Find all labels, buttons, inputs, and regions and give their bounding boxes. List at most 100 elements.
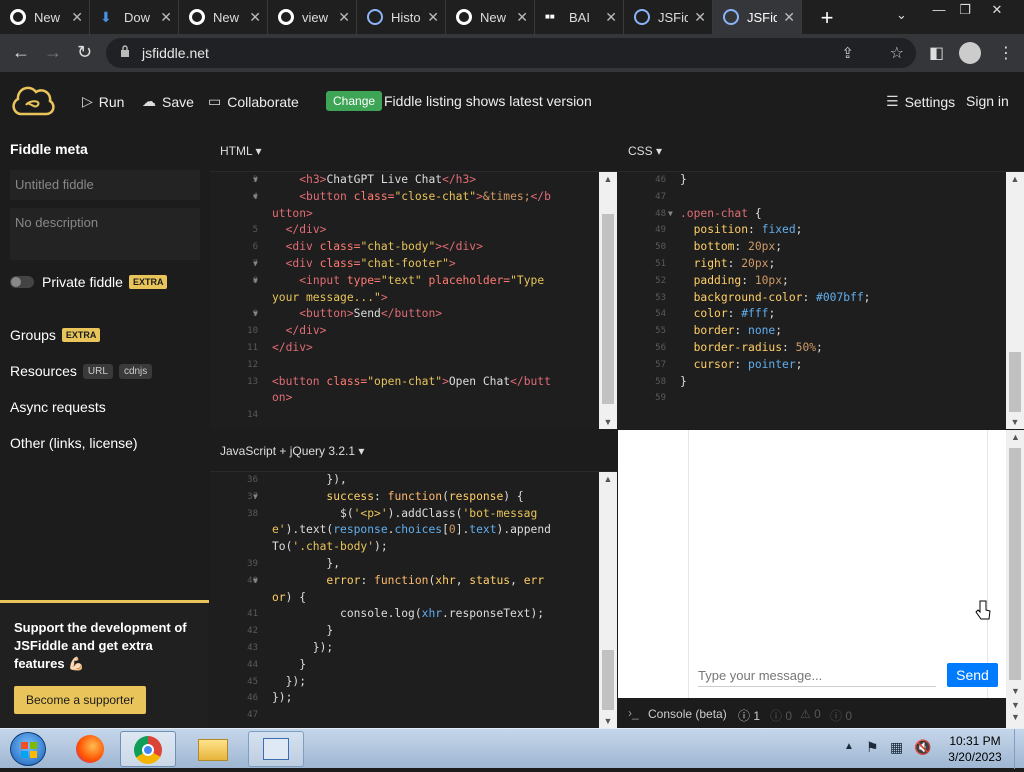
browser-tab-active[interactable]: JSFid ✕ bbox=[713, 0, 802, 34]
browser-tab[interactable]: New ✕ bbox=[179, 0, 268, 34]
fiddle-description-input[interactable]: No description bbox=[10, 208, 200, 260]
fiddle-meta-title: Fiddle meta bbox=[10, 141, 88, 157]
close-icon[interactable]: ✕ bbox=[783, 9, 795, 26]
jsfiddle-icon bbox=[723, 9, 739, 25]
windows-logo-icon bbox=[21, 742, 37, 758]
browser-tab[interactable]: New ✕ bbox=[0, 0, 90, 34]
chrome-icon bbox=[10, 9, 26, 25]
menu-dots-icon[interactable]: ⋮ bbox=[998, 43, 1014, 63]
settings-button[interactable]: ☰ Settings bbox=[886, 93, 955, 110]
control-panel-icon bbox=[263, 738, 289, 760]
js-editor[interactable]: 36 }), 37 ▼ success: function(response) {… bbox=[210, 472, 599, 728]
back-icon[interactable]: ← bbox=[12, 42, 30, 63]
start-button[interactable] bbox=[10, 732, 46, 766]
resources-section[interactable]: Resources URL cdnjs bbox=[10, 363, 153, 379]
chat-box bbox=[688, 430, 988, 698]
cdnjs-badge[interactable]: cdnjs bbox=[118, 363, 153, 379]
chrome-taskbar-button[interactable] bbox=[120, 731, 176, 767]
css-scrollbar[interactable]: ▲ ▼ bbox=[1006, 172, 1024, 429]
private-fiddle-toggle[interactable]: Private fiddle EXTRA bbox=[10, 274, 168, 290]
explorer-taskbar-button[interactable] bbox=[186, 731, 242, 767]
jsfiddle-icon bbox=[634, 9, 650, 25]
run-button[interactable]: ▷ Run bbox=[82, 93, 124, 110]
css-editor[interactable]: 46} 47 48 ▼ .open-chat { 49 position: fixe… bbox=[618, 172, 1006, 429]
show-desktop-button[interactable] bbox=[1014, 729, 1024, 769]
close-icon[interactable]: ✕ bbox=[605, 9, 617, 26]
toggle-switch[interactable] bbox=[10, 276, 34, 288]
chrome-icon bbox=[278, 9, 294, 25]
html-scrollbar[interactable]: ▲ ▼ bbox=[599, 172, 617, 429]
js-panel-label[interactable]: JavaScript + jQuery 3.2.1 ▾ bbox=[220, 444, 364, 458]
side-panel-icon[interactable]: ◧ bbox=[929, 43, 944, 63]
sliders-icon: ☰ bbox=[886, 93, 899, 109]
groups-section[interactable]: Groups EXTRA bbox=[10, 327, 101, 343]
chat-message-input[interactable]: Type your message... bbox=[698, 665, 936, 687]
clock[interactable]: 10:31 PM 3/20/2023 bbox=[940, 733, 1010, 765]
close-window-icon[interactable]: ✕ bbox=[984, 2, 1010, 18]
js-scrollbar[interactable]: ▲ ▼ bbox=[599, 472, 617, 728]
css-panel-label[interactable]: CSS ▾ bbox=[628, 144, 662, 158]
windows-taskbar: ▲ ⚑ ▦ 🔇 10:31 PM 3/20/2023 bbox=[0, 728, 1024, 769]
browser-tab-strip: New ✕ ⬇ Dow ✕ New ✕ view ✕ Histo ✕ New ✕ ■■ BAI ✕… bbox=[0, 0, 1024, 34]
close-icon[interactable]: ✕ bbox=[71, 9, 83, 26]
forward-icon[interactable]: → bbox=[44, 42, 62, 63]
lock-icon bbox=[121, 45, 129, 57]
console-logs: ⓘ 0 bbox=[830, 709, 853, 723]
js-panel: JavaScript + jQuery 3.2.1 ▾ 36 }), 37 ▼ s… bbox=[210, 430, 617, 728]
browser-tab[interactable]: ■■ BAI ✕ bbox=[535, 0, 624, 34]
change-badge[interactable]: Change bbox=[326, 91, 383, 111]
css-panel: CSS ▾ 46} 47 48 ▼ .open-chat { 49 position… bbox=[618, 130, 1024, 429]
close-icon[interactable]: ✕ bbox=[338, 9, 350, 26]
jsfiddle-logo-icon[interactable] bbox=[10, 84, 56, 118]
result-scroll-bottom[interactable]: ▼ ▼ bbox=[1006, 698, 1024, 728]
action-center-flag-icon[interactable]: ⚑ bbox=[866, 739, 879, 756]
fiddle-title-input[interactable]: Untitled fiddle bbox=[10, 170, 200, 200]
jsfiddle-header: ▷ Run ☁ Save ▭ Collaborate Change Fiddle li… bbox=[0, 72, 1024, 130]
collaborate-button[interactable]: ▭ Collaborate bbox=[208, 93, 299, 110]
css-panel-header: CSS ▾ bbox=[618, 130, 1024, 172]
close-icon[interactable]: ✕ bbox=[160, 9, 172, 26]
browser-tab[interactable]: view ✕ bbox=[268, 0, 357, 34]
url-badge[interactable]: URL bbox=[82, 363, 113, 379]
star-icon[interactable]: ☆ bbox=[890, 43, 904, 63]
new-tab-button[interactable]: + bbox=[815, 5, 839, 31]
chat-bubble-icon: ▭ bbox=[208, 93, 222, 109]
omnibox[interactable]: jsfiddle.net ⇪ ☆ bbox=[106, 38, 916, 68]
async-requests-section[interactable]: Async requests bbox=[10, 399, 106, 415]
folder-icon bbox=[198, 739, 228, 761]
console-warnings: ⓘ 0 bbox=[770, 709, 793, 723]
history-icon bbox=[367, 9, 383, 25]
signin-link[interactable]: Sign in bbox=[966, 93, 1009, 109]
reload-icon[interactable]: ↻ bbox=[77, 42, 92, 63]
browser-tab[interactable]: ⬇ Dow ✕ bbox=[90, 0, 179, 34]
become-supporter-button[interactable]: Become a supporter bbox=[14, 686, 147, 714]
browser-tab[interactable]: JSFid ✕ bbox=[624, 0, 713, 34]
tray-expand-icon[interactable]: ▲ bbox=[844, 741, 854, 752]
close-icon[interactable]: ✕ bbox=[694, 9, 706, 26]
browser-tab[interactable]: New ✕ bbox=[446, 0, 535, 34]
download-icon: ⬇ bbox=[100, 9, 112, 25]
control-panel-taskbar-button[interactable] bbox=[248, 731, 304, 767]
html-editor[interactable]: 3 ▼ <h3>ChatGPT Live Chat</h3> 4 ▼ <button… bbox=[210, 172, 599, 429]
js-panel-header: JavaScript + jQuery 3.2.1 ▾ bbox=[210, 430, 617, 472]
volume-muted-icon[interactable]: 🔇 bbox=[914, 739, 931, 756]
restore-icon[interactable]: ❐ bbox=[952, 2, 978, 18]
send-button[interactable]: Send bbox=[947, 663, 998, 687]
share-icon[interactable]: ⇪ bbox=[841, 44, 854, 62]
html-panel-label[interactable]: HTML ▾ bbox=[220, 144, 262, 158]
tab-search-chevron-icon[interactable]: ⌄ bbox=[896, 7, 907, 23]
address-bar-row: ← → ↻ jsfiddle.net ⇪ ☆ ◧ ⋮ bbox=[0, 34, 1024, 72]
result-frame[interactable]: Type your message... Send ▲ ▼ bbox=[618, 430, 1024, 698]
minimize-icon[interactable]: — bbox=[926, 2, 952, 17]
console-bar[interactable]: ›_ Console (beta) ⓘ 1 ⓘ 0 ⚠ 0 ⓘ 0 bbox=[618, 698, 1006, 728]
browser-tab[interactable]: Histo ✕ bbox=[357, 0, 446, 34]
close-icon[interactable]: ✕ bbox=[249, 9, 261, 26]
network-icon[interactable]: ▦ bbox=[890, 739, 903, 756]
firefox-taskbar-button[interactable] bbox=[62, 731, 118, 767]
close-icon[interactable]: ✕ bbox=[427, 9, 439, 26]
close-icon[interactable]: ✕ bbox=[516, 9, 528, 26]
profile-avatar[interactable] bbox=[959, 42, 981, 64]
save-button[interactable]: ☁ Save bbox=[142, 93, 194, 110]
other-section[interactable]: Other (links, license) bbox=[10, 435, 138, 451]
result-scrollbar[interactable]: ▲ ▼ bbox=[1006, 430, 1024, 698]
